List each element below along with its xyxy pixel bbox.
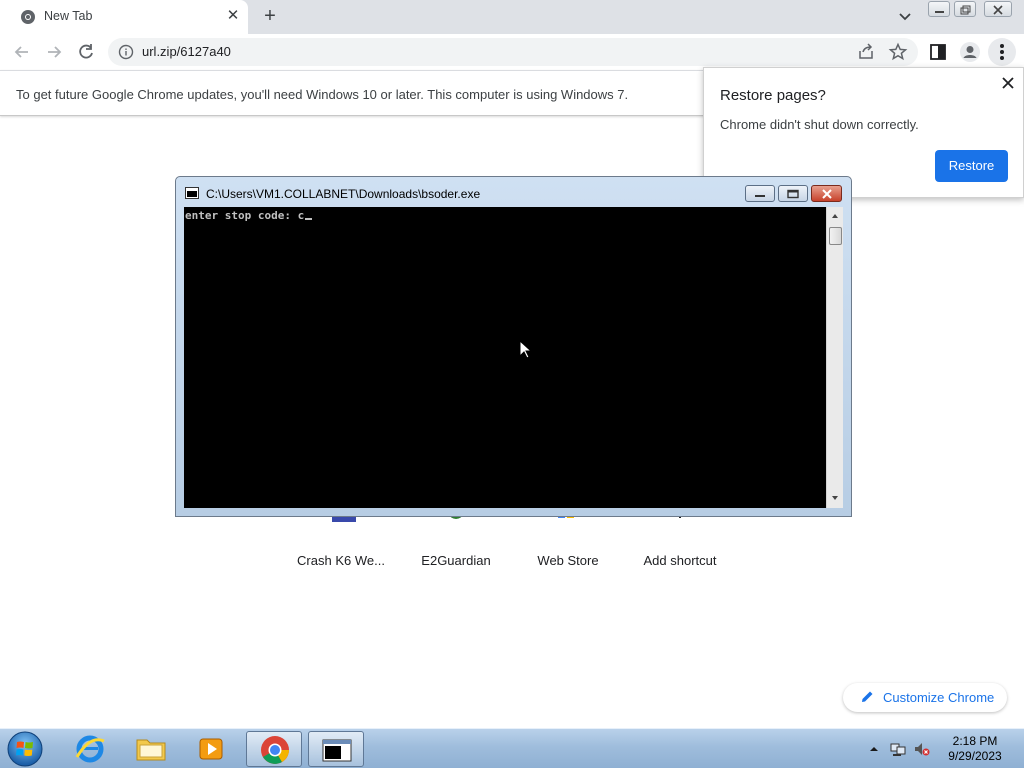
pencil-icon	[862, 691, 873, 702]
back-arrow-icon[interactable]	[12, 42, 32, 62]
taskbar-internet-explorer[interactable]	[62, 731, 118, 767]
console-prompt-text: enter stop code: c	[185, 209, 305, 222]
scroll-down-arrow-icon[interactable]	[830, 493, 840, 503]
restore-title: Restore pages?	[720, 87, 826, 104]
system-clock[interactable]: 2:18 PM 9/29/2023	[940, 734, 1010, 764]
volume-muted-icon[interactable]	[914, 741, 930, 757]
customize-chrome-button[interactable]: Customize Chrome	[843, 683, 1007, 712]
reload-icon[interactable]	[76, 42, 96, 62]
tab-title: New Tab	[44, 9, 93, 23]
network-icon[interactable]	[890, 741, 906, 757]
console-scrollbar[interactable]	[826, 207, 843, 508]
windows-taskbar: 2:18 PM 9/29/2023	[0, 728, 1024, 768]
shortcut-label-web-store[interactable]: Web Store	[513, 553, 623, 568]
start-button-icon[interactable]	[6, 730, 44, 768]
clock-date: 9/29/2023	[948, 749, 1002, 763]
show-hidden-icons-arrow-icon[interactable]	[868, 743, 880, 755]
console-close-button[interactable]	[811, 185, 842, 202]
chrome-icon	[21, 10, 35, 24]
tab-search-chevron-icon[interactable]	[896, 8, 914, 26]
forward-arrow-icon[interactable]	[44, 42, 64, 62]
console-title: C:\Users\VM1.COLLABNET\Downloads\bsoder.…	[206, 187, 481, 201]
close-icon[interactable]	[999, 74, 1017, 92]
new-tab-plus-icon[interactable]: +	[259, 5, 281, 27]
address-bar[interactable]: url.zip/6127a40	[108, 38, 918, 66]
profile-avatar-icon[interactable]	[959, 41, 981, 63]
folder-icon	[136, 739, 166, 761]
taskbar-console[interactable]	[308, 731, 364, 767]
internet-explorer-icon	[75, 735, 105, 763]
media-player-icon	[199, 738, 223, 760]
minimize-icon	[935, 11, 944, 13]
close-button[interactable]	[984, 1, 1012, 17]
taskbar-media-player[interactable]	[183, 731, 239, 767]
maximize-icon	[787, 189, 799, 198]
tab-close-icon[interactable]: ✕	[224, 7, 242, 25]
console-window-icon	[322, 739, 352, 762]
side-panel-icon[interactable]	[928, 42, 948, 62]
restore-button[interactable]	[954, 1, 976, 17]
taskbar-chrome[interactable]	[246, 731, 302, 767]
close-icon	[993, 5, 1003, 15]
tab-new-tab[interactable]: New Tab ✕	[0, 0, 248, 34]
share-icon[interactable]	[856, 42, 876, 62]
customize-chrome-label: Customize Chrome	[883, 690, 995, 705]
console-app-icon	[185, 187, 199, 199]
three-dots-menu-icon	[1000, 44, 1004, 60]
restore-message: Chrome didn't shut down correctly.	[720, 117, 919, 132]
console-maximize-button[interactable]	[778, 185, 808, 202]
console-minimize-button[interactable]	[745, 185, 775, 202]
infobar-message: To get future Google Chrome updates, you…	[16, 87, 629, 102]
tab-strip: New Tab ✕ +	[0, 0, 1024, 34]
console-output[interactable]: enter stop code: c	[184, 207, 826, 508]
shortcut-label-add-shortcut[interactable]: Add shortcut	[625, 553, 735, 568]
shortcut-label-crash-k6[interactable]: Crash K6 We...	[286, 553, 396, 568]
shortcut-label-e2guardian[interactable]: E2Guardian	[401, 553, 511, 568]
mouse-pointer-icon	[519, 340, 533, 359]
chrome-icon	[261, 736, 289, 764]
restore-icon	[960, 5, 971, 15]
url-text[interactable]: url.zip/6127a40	[142, 44, 231, 59]
minimize-button[interactable]	[928, 1, 950, 17]
minimize-icon	[755, 194, 765, 197]
browser-toolbar: url.zip/6127a40	[0, 34, 1024, 70]
taskbar-file-explorer[interactable]	[123, 731, 179, 767]
menu-button[interactable]	[988, 38, 1016, 66]
console-window: C:\Users\VM1.COLLABNET\Downloads\bsoder.…	[175, 176, 852, 517]
close-icon	[821, 188, 832, 199]
text-cursor	[305, 218, 313, 220]
scroll-up-arrow-icon[interactable]	[830, 211, 840, 221]
restore-button[interactable]: Restore	[935, 150, 1008, 182]
bookmark-star-icon[interactable]	[888, 42, 908, 62]
site-info-icon[interactable]	[118, 44, 134, 60]
scrollbar-thumb[interactable]	[829, 227, 842, 245]
clock-time: 2:18 PM	[952, 734, 998, 748]
